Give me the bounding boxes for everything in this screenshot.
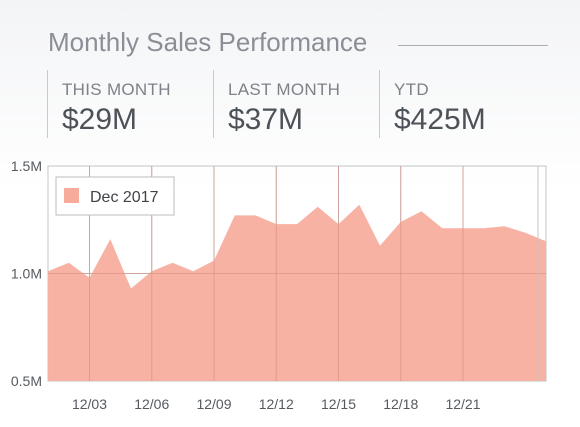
kpi-label: LAST MONTH [228, 80, 341, 99]
kpi-this-month: THIS MONTH $29M [47, 70, 171, 138]
x-tick-label: 12/09 [196, 396, 231, 412]
legend-swatch [64, 188, 79, 203]
kpi-value: $29M [62, 103, 138, 136]
x-tick-label: 12/15 [321, 396, 356, 412]
legend: Dec 2017 [55, 176, 175, 216]
y-tick-label: 1.0M [11, 266, 42, 282]
page-title: Monthly Sales Performance [48, 27, 368, 57]
kpi-last-month: LAST MONTH $37M [213, 70, 340, 138]
kpi-ytd: YTD $425M [379, 70, 486, 138]
area-series [48, 204, 546, 381]
legend-label: Dec 2017 [90, 189, 159, 206]
kpi-label: YTD [394, 80, 429, 99]
x-tick-label: 12/12 [259, 396, 294, 412]
kpi-value: $425M [394, 103, 486, 136]
y-tick-label: 1.5M [11, 158, 42, 174]
x-tick-label: 12/21 [445, 396, 480, 412]
kpi-strip: THIS MONTH $29M LAST MONTH $37M YTD $425… [47, 70, 567, 140]
title-divider [398, 45, 548, 46]
x-tick-label: 12/18 [383, 396, 418, 412]
kpi-value: $37M [228, 103, 304, 136]
kpi-label: THIS MONTH [62, 80, 171, 99]
x-tick-label: 12/06 [134, 396, 169, 412]
x-tick-label: 12/03 [72, 396, 107, 412]
title-row: Monthly Sales Performance [48, 27, 548, 63]
y-tick-label: 0.5M [11, 373, 42, 389]
sales-area-chart: 0.5M 1.0M 1.5M 12/03 12/06 12/09 12/12 12/15 12/… [11, 158, 547, 412]
